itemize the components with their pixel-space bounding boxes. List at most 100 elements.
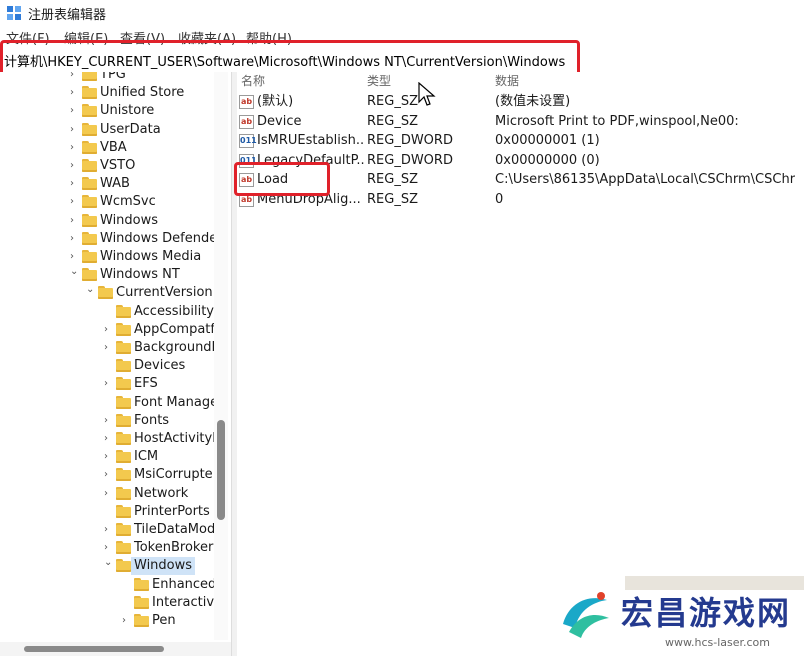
chevron-right-icon[interactable]: › — [104, 378, 114, 390]
value-row[interactable]: 011 IsMRUEstablish... REG_DWORD 0x00000001 … — [237, 131, 804, 151]
chevron-right-icon[interactable]: › — [70, 72, 80, 81]
chevron-down-icon[interactable]: ⌄ — [70, 266, 80, 278]
watermark-logo-icon — [563, 592, 609, 638]
column-header-name[interactable]: 名称 — [241, 72, 265, 92]
chevron-right-icon[interactable]: › — [104, 469, 114, 481]
tree-item-label: TokenBroker — [134, 540, 214, 556]
value-row[interactable]: ab (默认) REG_SZ (数值未设置) — [237, 92, 804, 112]
column-header-data[interactable]: 数据 — [495, 72, 519, 92]
chevron-right-icon[interactable]: › — [104, 324, 114, 336]
chevron-right-icon[interactable]: › — [70, 105, 80, 117]
value-data: 0 — [495, 192, 504, 207]
tree-scrollbar[interactable] — [214, 72, 228, 640]
folder-icon — [82, 177, 97, 191]
tree-item-label: BackgroundI — [134, 340, 216, 355]
value-data: Microsoft Print to PDF,winspool,Ne00: — [495, 113, 739, 129]
watermark-url: www.hcs-laser.com — [665, 636, 770, 649]
watermark-site-name: 宏昌游戏网 — [621, 594, 792, 632]
chevron-right-icon[interactable]: › — [104, 542, 114, 554]
tree-item-label: TileDataMod — [134, 522, 216, 537]
chevron-right-icon[interactable]: › — [70, 142, 80, 154]
value-type: REG_DWORD — [367, 152, 453, 168]
chevron-right-icon[interactable]: › — [122, 615, 132, 627]
folder-icon — [116, 523, 131, 536]
tree-item-label: Devices — [134, 358, 186, 374]
folder-icon — [82, 250, 97, 263]
value-type: REG_DWORD — [367, 133, 453, 149]
value-data: (数值未设置) — [495, 94, 571, 109]
value-name: IsMRUEstablish... — [257, 133, 365, 149]
chevron-down-icon[interactable]: ⌄ — [86, 284, 96, 296]
watermark: 宏昌游戏网 www.hcs-laser.com — [555, 576, 804, 656]
tree-scrollbar-thumb[interactable] — [217, 420, 225, 520]
folder-icon — [82, 122, 97, 136]
tree-item-label: TPG — [100, 72, 126, 82]
tree-item-label: Font Manage — [134, 394, 219, 410]
folder-icon — [82, 195, 97, 209]
tree-item-label: Pen — [152, 613, 176, 628]
tree-item-label: VBA — [100, 139, 127, 155]
tree-horizontal-scrollbar-thumb[interactable] — [24, 646, 164, 652]
folder-icon — [98, 286, 113, 300]
chevron-right-icon[interactable]: › — [104, 451, 114, 463]
value-data: 0x00000000 (0) — [495, 152, 600, 168]
folder-icon — [116, 413, 131, 427]
value-data: 0x00000001 (1) — [495, 133, 600, 149]
chevron-right-icon[interactable]: › — [70, 178, 80, 190]
folder-icon — [82, 231, 97, 245]
folder-icon — [116, 341, 131, 354]
folder-icon — [82, 213, 97, 227]
value-row[interactable]: ab Device REG_SZ Microsoft Print to PDF,win… — [237, 112, 804, 132]
tree-item-label: CurrentVersion — [116, 285, 213, 301]
chevron-right-icon[interactable]: › — [104, 524, 114, 536]
folder-icon — [116, 359, 131, 373]
folder-icon — [116, 541, 131, 555]
tree-item-label: Windows Media — [100, 249, 202, 264]
chevron-right-icon[interactable]: › — [70, 215, 80, 227]
chevron-right-icon[interactable]: › — [104, 488, 114, 500]
chevron-right-icon[interactable]: › — [104, 433, 114, 445]
folder-icon — [82, 86, 97, 100]
folder-icon — [116, 304, 131, 318]
values-list[interactable]: 名称 类型 数据 ab (默认) REG_SZ (数值未设置)ab Device REG_… — [237, 72, 804, 656]
folder-icon — [116, 450, 131, 464]
folder-icon — [116, 486, 131, 500]
string-value-icon: ab — [239, 114, 254, 129]
folder-icon — [134, 614, 149, 627]
tree-item-label: UserData — [100, 121, 161, 137]
folder-icon — [134, 595, 149, 609]
value-type: REG_SZ — [367, 172, 418, 188]
chevron-right-icon[interactable]: › — [104, 342, 114, 354]
chevron-right-icon[interactable]: › — [70, 251, 80, 263]
tree-item-label: WcmSvc — [100, 194, 156, 210]
folder-icon — [116, 395, 131, 409]
folder-icon — [116, 468, 131, 482]
folder-icon — [134, 577, 149, 591]
window-title: 注册表编辑器 — [28, 8, 107, 23]
folder-icon — [116, 322, 131, 336]
folder-icon — [82, 140, 97, 154]
tree-item-label: Interactiv — [152, 594, 215, 610]
tree-item-label: Windows — [131, 557, 196, 576]
chevron-right-icon[interactable]: › — [70, 124, 80, 136]
tree-item-label: EFS — [134, 376, 158, 392]
column-header-type[interactable]: 类型 — [367, 72, 391, 92]
chevron-down-icon[interactable]: ⌄ — [104, 557, 114, 569]
value-type: REG_SZ — [367, 113, 418, 129]
chevron-right-icon[interactable]: › — [104, 415, 114, 427]
tree-item-label: HostActivityl — [134, 431, 216, 446]
value-name: Device — [257, 113, 302, 129]
key-tree[interactable]: › TPG › Unified Store › Unistore › UserData › VBA… — [0, 72, 231, 642]
folder-icon — [82, 72, 97, 81]
tree-item-label: Network — [134, 485, 189, 501]
folder-icon — [116, 377, 131, 391]
chevron-right-icon[interactable]: › — [70, 160, 80, 172]
tree-item-label: AppCompatf — [134, 321, 215, 337]
chevron-right-icon[interactable]: › — [70, 233, 80, 245]
folder-icon — [82, 104, 97, 118]
tree-item-label: WAB — [100, 176, 130, 192]
tree-item-label: Accessibility — [134, 303, 214, 319]
chevron-right-icon[interactable]: › — [70, 87, 80, 99]
chevron-right-icon[interactable]: › — [70, 196, 80, 208]
tree-item-label: Fonts — [134, 412, 170, 428]
